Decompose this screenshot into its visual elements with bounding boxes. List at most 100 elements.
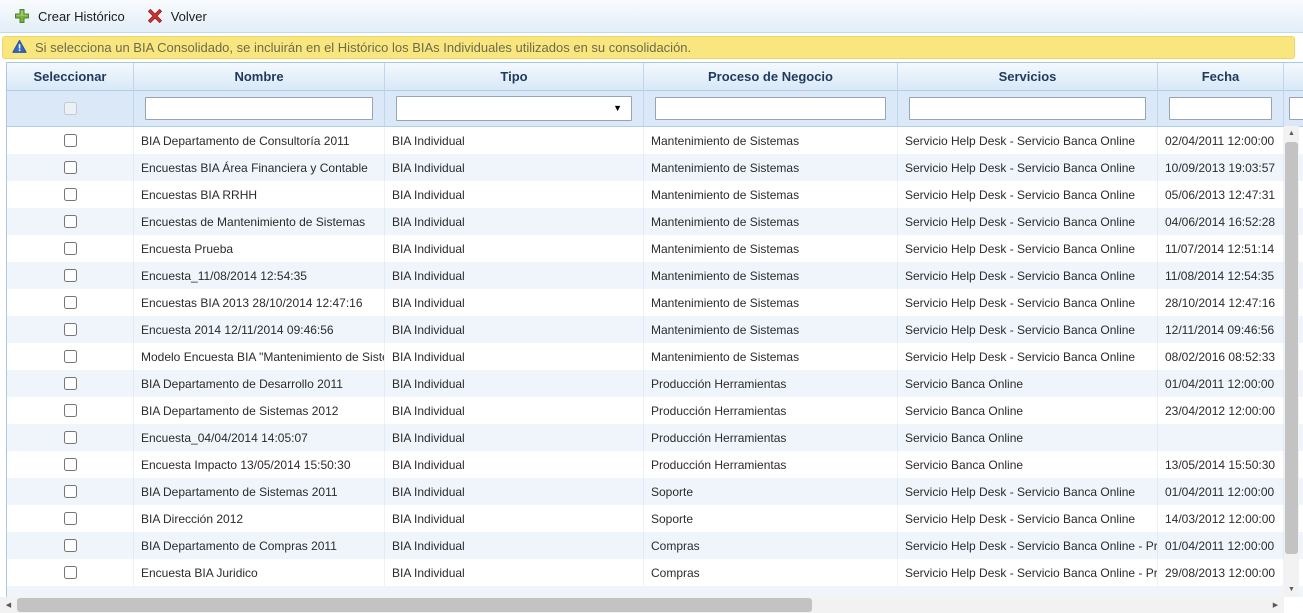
cell-proceso: Mantenimiento de Sistemas (644, 289, 898, 316)
cell-fecha: 12/11/2014 09:46:56 (1158, 316, 1284, 343)
cell-nombre: BIA Departamento de Consultoría 2011 (134, 127, 385, 154)
cell-servicios: Servicio Banca Online (898, 451, 1158, 478)
row-checkbox[interactable] (64, 539, 77, 552)
cell-proceso: Mantenimiento de Sistemas (644, 343, 898, 370)
row-checkbox[interactable] (64, 377, 77, 390)
fecha-filter-input[interactable] (1169, 97, 1272, 120)
row-checkbox[interactable] (64, 350, 77, 363)
row-checkbox[interactable] (64, 485, 77, 498)
row-checkbox[interactable] (64, 323, 77, 336)
table-row[interactable]: Modelo Encuesta BIA "Mantenimiento de Si… (7, 343, 1303, 370)
row-checkbox[interactable] (64, 458, 77, 471)
proceso-filter-input[interactable] (655, 97, 886, 120)
row-checkbox[interactable] (64, 296, 77, 309)
row-checkbox[interactable] (64, 188, 77, 201)
filter-cell-nombre (134, 91, 385, 127)
table-row[interactable]: Encuesta_11/08/2014 12:54:35BIA Individu… (7, 262, 1303, 289)
select-all-checkbox[interactable] (64, 102, 77, 115)
scroll-right-icon[interactable]: ▶ (1268, 597, 1283, 613)
cell-proceso: Soporte (644, 478, 898, 505)
column-header-seleccionar[interactable]: Seleccionar (7, 63, 134, 91)
row-checkbox[interactable] (64, 431, 77, 444)
plus-icon (14, 8, 30, 24)
scroll-down-icon[interactable]: ▼ (1284, 582, 1299, 597)
cell-servicios: Servicio Banca Online (898, 424, 1158, 451)
cell-tipo: BIA Individual (385, 289, 644, 316)
table-row[interactable]: Encuesta 2014 12/11/2014 09:46:56BIA Ind… (7, 316, 1303, 343)
warning-banner: Si selecciona un BIA Consolidado, se inc… (2, 36, 1295, 59)
table-row[interactable]: Encuesta_04/04/2014 14:05:07BIA Individu… (7, 424, 1303, 451)
cell-servicios: Servicio Help Desk - Servicio Banca Onli… (898, 262, 1158, 289)
cell-tipo: BIA Individual (385, 451, 644, 478)
servicios-filter-input[interactable] (909, 97, 1146, 120)
table-row[interactable]: Encuesta PruebaBIA IndividualMantenimien… (7, 235, 1303, 262)
table-row[interactable]: Encuestas BIA 2013 28/10/2014 12:47:16BI… (7, 289, 1303, 316)
grid-header-row: Seleccionar Nombre Tipo Proceso de Negoc… (7, 63, 1303, 91)
warning-banner-text: Si selecciona un BIA Consolidado, se inc… (35, 40, 691, 55)
horizontal-scrollbar-thumb[interactable] (17, 598, 812, 612)
row-checkbox[interactable] (64, 161, 77, 174)
crear-historico-button[interactable]: Crear Histórico (8, 4, 135, 28)
table-row[interactable]: Encuestas de Mantenimiento de SistemasBI… (7, 208, 1303, 235)
table-row[interactable]: BIA Departamento de Consultoría 2011BIA … (7, 127, 1303, 154)
cell-tipo: BIA Individual (385, 478, 644, 505)
grid-viewport: Seleccionar Nombre Tipo Proceso de Negoc… (6, 62, 1303, 597)
horizontal-scrollbar[interactable]: ◀ ▶ (0, 597, 1284, 613)
column-header-tipo[interactable]: Tipo (385, 63, 644, 91)
cell-servicios: Servicio Help Desk - Servicio Banca Onli… (898, 478, 1158, 505)
cell-nombre: BIA Departamento de Compras 2011 (134, 532, 385, 559)
row-select-cell (7, 127, 134, 154)
row-checkbox[interactable] (64, 269, 77, 282)
row-checkbox[interactable] (64, 404, 77, 417)
row-select-cell (7, 181, 134, 208)
grid-filter-row: ▼ (7, 91, 1303, 127)
row-checkbox[interactable] (64, 566, 77, 579)
cell-servicios: Servicio Help Desk - Servicio Banca Onli… (898, 316, 1158, 343)
cell-tipo: BIA Individual (385, 532, 644, 559)
vertical-scrollbar[interactable]: ▲ ▼ (1284, 126, 1299, 597)
scroll-left-icon[interactable]: ◀ (1, 597, 16, 613)
table-row[interactable]: BIA Departamento de Desarrollo 2011BIA I… (7, 370, 1303, 397)
cell-proceso: Soporte (644, 505, 898, 532)
cell-fecha: 08/02/2016 08:52:33 (1158, 343, 1284, 370)
row-checkbox[interactable] (64, 242, 77, 255)
cell-nombre: Encuestas BIA Área Financiera y Contable (134, 154, 385, 181)
row-select-cell (7, 316, 134, 343)
close-icon (147, 8, 163, 24)
row-checkbox[interactable] (64, 215, 77, 228)
table-row[interactable]: Encuestas BIA RRHHBIA IndividualMantenim… (7, 181, 1303, 208)
row-checkbox[interactable] (64, 134, 77, 147)
cell-fecha: 01/04/2011 12:00:00 (1158, 532, 1284, 559)
table-row[interactable]: BIA Dirección 2012BIA IndividualSoporteS… (7, 505, 1303, 532)
cell-proceso: Mantenimiento de Sistemas (644, 316, 898, 343)
volver-button[interactable]: Volver (141, 4, 217, 28)
column-header-nombre[interactable]: Nombre (134, 63, 385, 91)
table-row[interactable]: BIA Departamento de Sistemas 2012BIA Ind… (7, 397, 1303, 424)
table-row-partial (7, 586, 1303, 597)
cell-tipo: BIA Individual (385, 154, 644, 181)
row-checkbox[interactable] (64, 512, 77, 525)
column-header-servicios[interactable]: Servicios (898, 63, 1158, 91)
tipo-filter-select[interactable]: ▼ (396, 96, 632, 121)
cell-servicios: Servicio Help Desk - Servicio Banca Onli… (898, 532, 1158, 559)
table-row[interactable]: Encuestas BIA Área Financiera y Contable… (7, 154, 1303, 181)
column-header-extra (1284, 63, 1303, 91)
table-row[interactable]: Encuesta BIA JuridicoBIA IndividualCompr… (7, 559, 1303, 586)
table-row[interactable]: Encuesta Impacto 13/05/2014 15:50:30BIA … (7, 451, 1303, 478)
nombre-filter-input[interactable] (145, 97, 373, 120)
column-header-fecha[interactable]: Fecha (1158, 63, 1284, 91)
cell-fecha (1158, 424, 1284, 451)
cell-nombre: Encuestas de Mantenimiento de Sistemas (134, 208, 385, 235)
column-header-proceso[interactable]: Proceso de Negocio (644, 63, 898, 91)
vertical-scrollbar-thumb[interactable] (1285, 142, 1298, 554)
table-row[interactable]: BIA Departamento de Sistemas 2011BIA Ind… (7, 478, 1303, 505)
extra-filter-input[interactable] (1289, 97, 1303, 120)
grid-body: BIA Departamento de Consultoría 2011BIA … (7, 127, 1303, 597)
cell-tipo: BIA Individual (385, 370, 644, 397)
scroll-up-icon[interactable]: ▲ (1284, 126, 1299, 141)
cell-nombre: BIA Dirección 2012 (134, 505, 385, 532)
table-row[interactable]: BIA Departamento de Compras 2011BIA Indi… (7, 532, 1303, 559)
row-select-cell (7, 370, 134, 397)
row-select-cell (7, 397, 134, 424)
cell-fecha: 01/04/2011 12:00:00 (1158, 370, 1284, 397)
